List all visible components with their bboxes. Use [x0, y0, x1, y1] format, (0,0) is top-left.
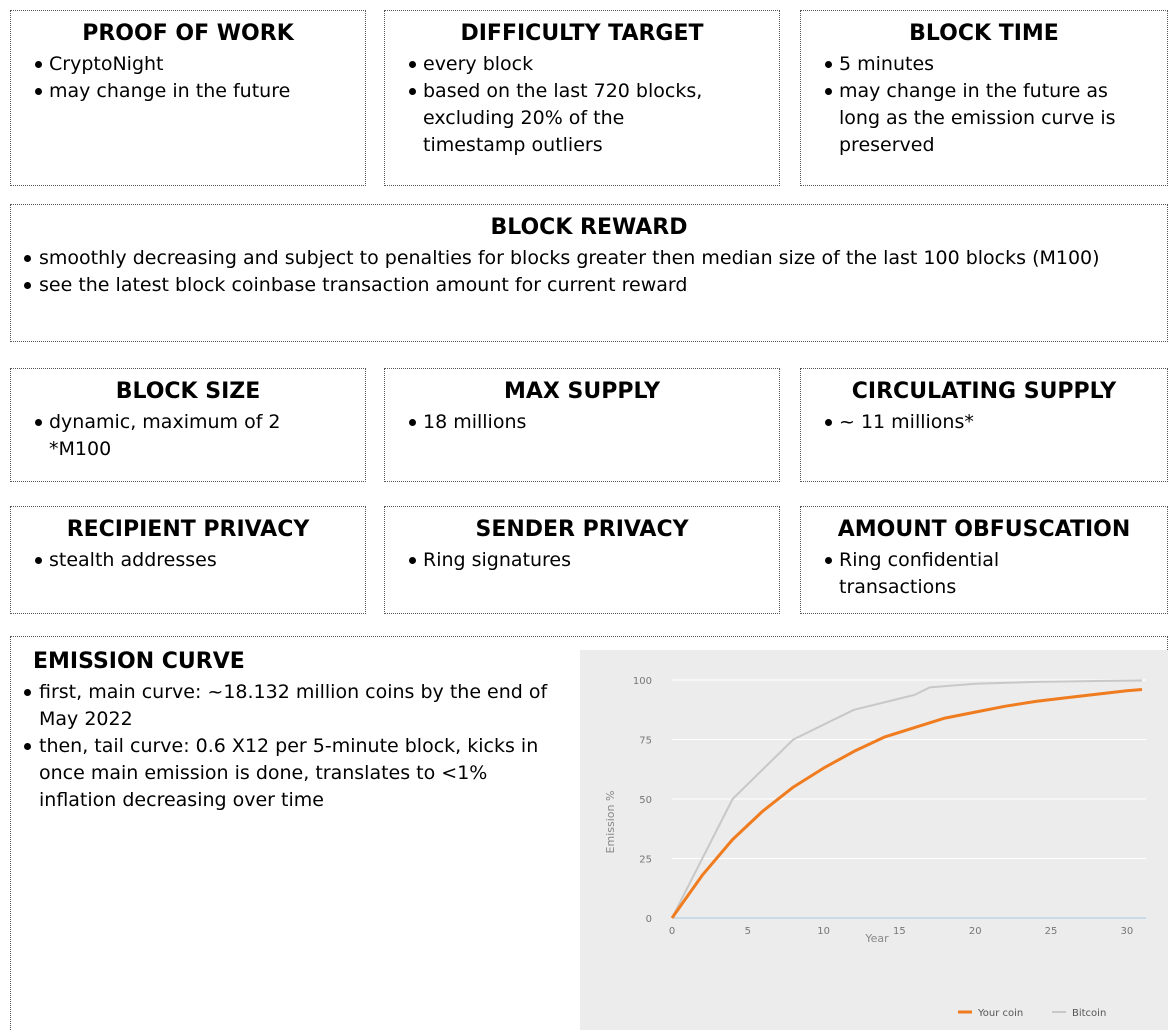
x-tick-label: 0: [669, 926, 675, 937]
card-title: SENDER PRIVACY: [475, 517, 689, 542]
list-item: then, tail curve: 0.6 X12 per 5-minute b…: [11, 733, 551, 814]
card-title: BLOCK TIME: [909, 21, 1059, 46]
recipient-privacy-card: RECIPIENT PRIVACY stealth addresses: [10, 506, 366, 614]
list-item: smoothly decreasing and subject to penal…: [11, 245, 1161, 272]
card-title: PROOF OF WORK: [82, 21, 294, 46]
list-item: stealth addresses: [11, 547, 365, 574]
card-title: MAX SUPPLY: [503, 379, 661, 404]
list-item: based on the last 720 blocks, excluding …: [385, 78, 723, 159]
x-tick-label: 25: [1045, 926, 1058, 937]
y-tick-label: 75: [639, 736, 652, 747]
list-item: 18 millions: [385, 409, 779, 436]
block-reward-card: BLOCK REWARD smoothly decreasing and sub…: [10, 204, 1168, 342]
emission-chart: 0 25 50 75 100 0 5 10 15 20 25 30 Emission % Year Y…: [580, 650, 1168, 1030]
proof-of-work-card: PROOF OF WORK CryptoNight may change in …: [10, 10, 366, 186]
max-supply-card: MAX SUPPLY 18 millions: [384, 368, 780, 482]
difficulty-target-card: DIFFICULTY TARGET every block based on t…: [384, 10, 780, 186]
legend-label: Your coin: [977, 1008, 1023, 1019]
card-title: BLOCK SIZE: [115, 379, 261, 404]
x-tick-label: 15: [893, 926, 906, 937]
list-item: may change in the future: [11, 78, 365, 105]
list-item: Ring confidential transactions: [801, 547, 1079, 601]
circulating-supply-card: CIRCULATING SUPPLY ~ 11 millions*: [800, 368, 1168, 482]
block-size-card: BLOCK SIZE dynamic, maximum of 2 *M100: [10, 368, 366, 482]
x-tick-label: 30: [1120, 926, 1133, 937]
card-title: AMOUNT OBFUSCATION: [837, 517, 1131, 542]
x-tick-label: 10: [817, 926, 830, 937]
list-item: CryptoNight: [11, 51, 365, 78]
amount-obfuscation-card: AMOUNT OBFUSCATION Ring confidential tra…: [800, 506, 1168, 614]
y-axis-label: Emission %: [604, 791, 617, 854]
list-item: dynamic, maximum of 2 *M100: [11, 409, 299, 463]
x-axis-label: Year: [864, 932, 889, 945]
y-tick-label: 50: [639, 795, 652, 806]
list-item: may change in the future as long as the …: [801, 78, 1139, 159]
your-coin-series-line: [670, 688, 1143, 919]
y-tick-label: 100: [633, 676, 652, 687]
x-tick-label: 20: [969, 926, 982, 937]
list-item: first, main curve: ~18.132 million coins…: [11, 679, 551, 733]
card-title: CIRCULATING SUPPLY: [851, 379, 1117, 404]
card-title: BLOCK REWARD: [490, 215, 688, 240]
emission-chart-svg: 0 25 50 75 100 0 5 10 15 20 25 30 Emission % Year Y…: [604, 676, 1146, 1019]
list-item: every block: [385, 51, 779, 78]
sender-privacy-card: SENDER PRIVACY Ring signatures: [384, 506, 780, 614]
list-item: ~ 11 millions*: [801, 409, 1167, 436]
card-title: RECIPIENT PRIVACY: [66, 517, 310, 542]
card-title: DIFFICULTY TARGET: [460, 21, 704, 46]
list-item: Ring signatures: [385, 547, 779, 574]
legend-label: Bitcoin: [1072, 1008, 1106, 1019]
x-tick-label: 5: [745, 926, 751, 937]
list-item: 5 minutes: [801, 51, 1167, 78]
block-time-card: BLOCK TIME 5 minutes may change in the f…: [800, 10, 1168, 186]
y-tick-label: 0: [646, 914, 652, 925]
list-item: see the latest block coinbase transactio…: [11, 272, 1161, 299]
y-tick-label: 25: [639, 855, 652, 866]
